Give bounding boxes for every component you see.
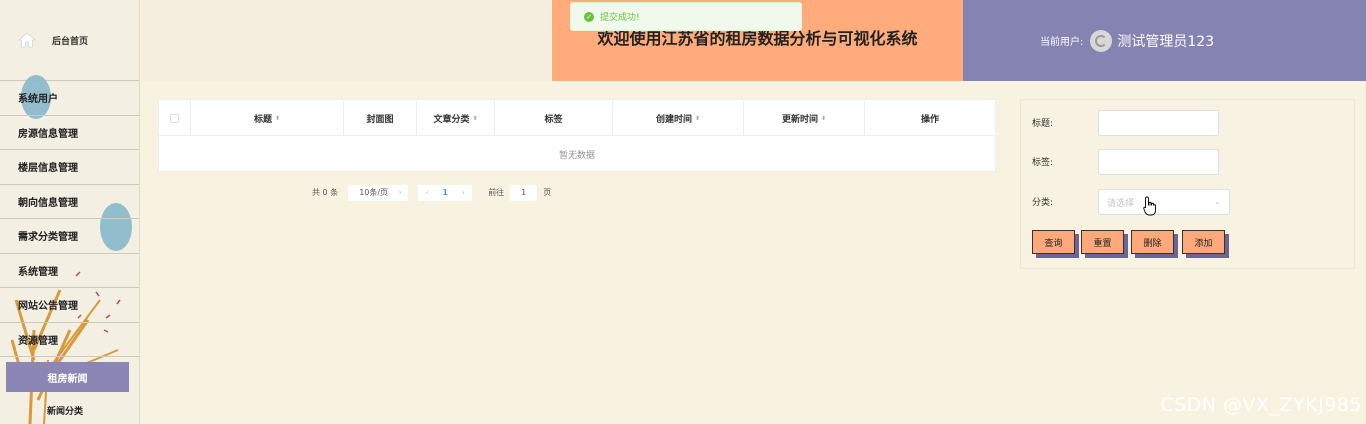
sidebar-item-demand-category[interactable]: 需求分类管理 <box>0 219 139 254</box>
watermark: CSDN @VX_ZYKJ985 <box>1160 394 1362 416</box>
column-label: 操作 <box>920 114 939 125</box>
sort-icon[interactable]: ⬍ <box>821 115 826 122</box>
sidebar-item-housing-info[interactable]: 房源信息管理 <box>0 116 139 150</box>
column-header-category[interactable]: 文章分类 ⬍ <box>417 100 495 136</box>
goto-page-input[interactable]: 1 <box>510 184 538 201</box>
next-page-button[interactable]: › <box>454 184 473 201</box>
table-header: 标题 ⬍ 封面图 文章分类 ⬍ 标签 创建时间 ⬍ 更新时间 ⬍ 操作 <box>159 100 995 136</box>
goto-label: 前往 <box>488 188 505 197</box>
total-count: 共 0 条 <box>312 188 339 197</box>
news-table: 标题 ⬍ 封面图 文章分类 ⬍ 标签 创建时间 ⬍ 更新时间 ⬍ 操作 暂无数据 <box>158 99 996 172</box>
column-label: 封面图 <box>366 114 394 125</box>
category-select[interactable]: 请选择 ⌄ <box>1098 189 1230 215</box>
column-label: 创建时间 <box>655 114 692 125</box>
select-all-checkbox[interactable] <box>170 113 179 123</box>
column-header-tags: 标签 <box>495 100 613 136</box>
sidebar-item-system-management[interactable]: 系统管理 <box>0 254 139 288</box>
delete-button[interactable]: 删除 <box>1131 230 1174 254</box>
title-input[interactable] <box>1098 110 1219 136</box>
sidebar-subitem-news-category[interactable]: 新闻分类 <box>0 404 130 417</box>
chevron-down-icon: ⌄ <box>397 186 404 195</box>
column-label: 更新时间 <box>781 114 818 125</box>
search-panel: 标题: 标签: 分类: 请选择 ⌄ 查询 重置 删除 添加 <box>1020 99 1355 269</box>
column-label: 标题 <box>253 114 272 125</box>
select-all-cell <box>159 100 191 136</box>
sidebar-item-floor-info[interactable]: 楼层信息管理 <box>0 150 139 185</box>
sidebar-item-resources[interactable]: 资源管理 <box>0 323 139 357</box>
query-button[interactable]: 查询 <box>1032 230 1075 254</box>
tag-field-label: 标签: <box>1032 158 1054 168</box>
page-size-value: 10条/页 <box>359 188 389 197</box>
home-link[interactable]: 后台首页 <box>0 0 139 81</box>
success-toast: ✓ 提交成功! <box>570 2 802 31</box>
sidebar-item-site-announcements[interactable]: 网站公告管理 <box>0 288 139 323</box>
page-number[interactable]: 1 <box>436 184 455 201</box>
category-field-label: 分类: <box>1032 198 1054 208</box>
sort-icon[interactable]: ⬍ <box>472 115 477 122</box>
page-suffix: 页 <box>543 188 552 197</box>
prev-page-button[interactable]: ‹ <box>418 184 437 201</box>
avatar[interactable] <box>1090 29 1113 52</box>
column-label: 标签 <box>544 114 563 125</box>
hand-cursor-icon <box>1143 196 1156 216</box>
toast-message: 提交成功! <box>600 13 640 23</box>
sidebar-item-orientation-info[interactable]: 朝向信息管理 <box>0 185 139 219</box>
check-circle-icon: ✓ <box>584 11 594 22</box>
tag-input[interactable] <box>1098 149 1219 175</box>
column-header-cover: 封面图 <box>344 100 417 136</box>
add-button[interactable]: 添加 <box>1182 230 1225 254</box>
column-label: 文章分类 <box>433 114 470 125</box>
column-header-updated[interactable]: 更新时间 ⬍ <box>744 100 865 136</box>
column-header-title[interactable]: 标题 ⬍ <box>191 100 344 136</box>
title-field-label: 标题: <box>1032 119 1054 129</box>
current-user-label: 当前用户: <box>1040 37 1084 48</box>
username: 测试管理员123 <box>1117 33 1215 50</box>
header-user-panel: 当前用户: 测试管理员123 <box>963 0 1366 81</box>
sort-icon[interactable]: ⬍ <box>695 115 700 122</box>
empty-state: 暂无数据 <box>558 150 595 161</box>
sort-icon[interactable]: ⬍ <box>275 115 280 122</box>
header-left-panel <box>141 0 552 81</box>
sidebar-item-rental-news[interactable]: 租房新闻 <box>6 362 129 392</box>
category-placeholder: 请选择 <box>1107 198 1135 209</box>
column-header-actions: 操作 <box>865 100 995 136</box>
home-icon <box>18 32 36 48</box>
sidebar: 后台首页 系统用户 房源信息管理 楼层信息管理 朝向信息管理 需求分类管理 系统… <box>0 0 140 424</box>
pagination: 共 0 条 10条/页 ⌄ ‹ 1 › 前往 1 页 <box>312 184 551 201</box>
reset-button[interactable]: 重置 <box>1081 230 1124 254</box>
page-size-select[interactable]: 10条/页 ⌄ <box>348 184 409 201</box>
column-header-created[interactable]: 创建时间 ⬍ <box>613 100 744 136</box>
sidebar-item-system-users[interactable]: 系统用户 <box>0 81 139 116</box>
chevron-down-icon: ⌄ <box>1214 197 1221 206</box>
home-label: 后台首页 <box>52 36 89 47</box>
